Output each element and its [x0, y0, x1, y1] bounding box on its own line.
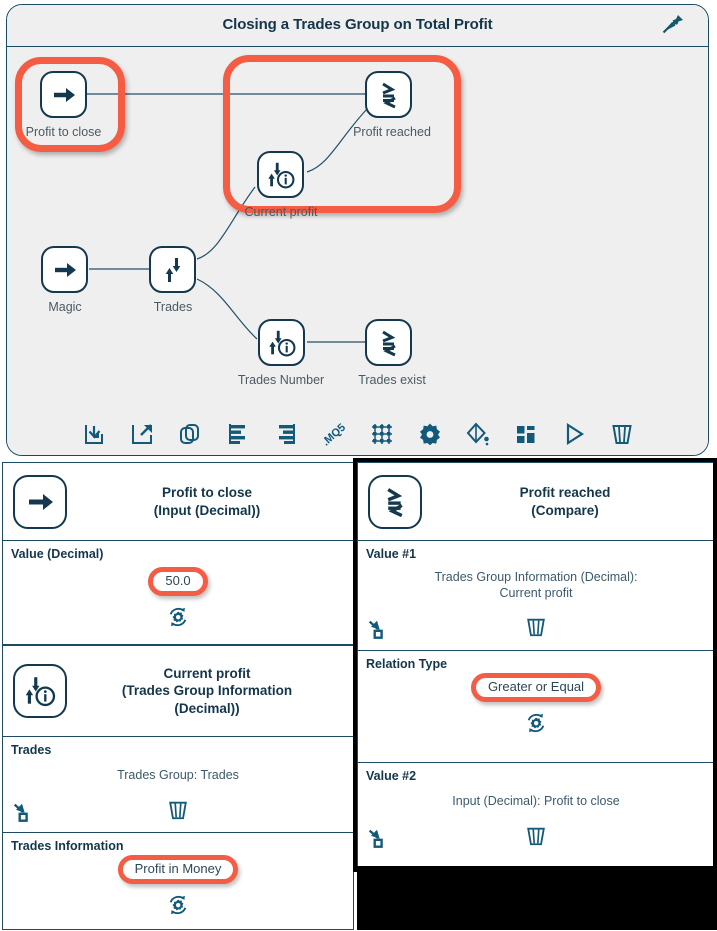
align-right-icon[interactable] [273, 421, 299, 447]
card-title-line1: Profit reached [519, 485, 611, 501]
card-title-line3: (Decimal)) [174, 700, 240, 716]
trash-icon[interactable] [525, 615, 547, 639]
diagram-toolbar: .MQ5 [7, 413, 708, 455]
diagram-node-label-profit-to-close: Profit to close [25, 125, 102, 139]
gear-refresh-icon[interactable] [167, 606, 189, 628]
gear-icon[interactable] [417, 421, 443, 447]
field-relation-type: Relation Type Greater or Equal [358, 651, 714, 763]
arrow-right-icon [54, 262, 76, 277]
diagram-canvas[interactable]: Profit to close Profit reached Current p… [7, 47, 708, 414]
link-node-icon[interactable] [366, 618, 388, 640]
field-value-2: Value #2 Input (Decimal): Profit to clos… [358, 763, 714, 865]
diagram-node-label-current-profit: Current profit [244, 205, 318, 219]
black-edge [713, 462, 717, 872]
compare-icon [381, 82, 396, 108]
trash-icon[interactable] [609, 421, 635, 447]
field-value-1-line1: Trades Group Information (Decimal): [434, 570, 638, 584]
trash-icon[interactable] [525, 824, 547, 848]
field-label-value-1: Value #1 [366, 547, 417, 561]
page-title: Closing a Trades Group on Total Profit [222, 16, 493, 33]
field-value-2-text: Input (Decimal): Profit to close [452, 794, 620, 808]
import-icon[interactable] [81, 421, 107, 447]
mq5-label: .MQ5 [321, 422, 347, 447]
field-label-trades: Trades [11, 743, 52, 757]
field-value-decimal: Value (Decimal) 50.0 [3, 541, 353, 645]
card-title-line2: (Compare) [531, 502, 599, 518]
card-title-line2: (Trades Group Information [121, 683, 293, 699]
diagram-node-label-profit-reached: Profit reached [353, 125, 431, 139]
left-properties-panel: Profit to close (Input (Decimal)) Value … [2, 462, 354, 930]
field-value-relation-type[interactable]: Greater or Equal [470, 673, 602, 702]
arrow-right-icon [13, 474, 67, 529]
field-label-value-2: Value #2 [366, 769, 417, 783]
field-trades: Trades Trades Group: Trades [3, 737, 353, 833]
arrow-right-icon [53, 87, 75, 102]
field-label-relation-type: Relation Type [366, 657, 448, 671]
diagram-node-trades-exist[interactable] [365, 319, 412, 366]
card-header-profit-reached: Profit reached (Compare) [358, 463, 714, 541]
field-value-1-line2: Current profit [499, 586, 573, 601]
diagram-node-current-profit[interactable] [257, 151, 304, 198]
trades-info-icon [268, 330, 295, 356]
copy-icon[interactable] [177, 421, 203, 447]
field-value-50[interactable]: 50.0 [148, 567, 208, 596]
trades-info-icon [267, 162, 294, 188]
compare-icon [381, 330, 396, 356]
play-icon[interactable] [561, 421, 587, 447]
diagram-node-profit-reached[interactable] [365, 71, 412, 118]
field-label-trades-information: Trades Information [11, 839, 124, 853]
card-header-profit-to-close: Profit to close (Input (Decimal)) [3, 463, 353, 541]
diagram-node-label-trades-number: Trades Number [237, 373, 325, 387]
trades-icon [165, 257, 180, 282]
link-node-icon[interactable] [11, 801, 33, 823]
grid-icon[interactable] [369, 421, 395, 447]
diagram-node-trades[interactable] [149, 246, 196, 293]
field-value-1: Value #1 Trades Group Information (Decim… [358, 541, 714, 651]
card-title-line1: Profit to close [161, 485, 252, 501]
mq5-icon[interactable]: .MQ5 [321, 421, 347, 447]
diagram-window: Closing a Trades Group on Total Profit P… [6, 4, 709, 456]
trash-icon[interactable] [167, 798, 189, 822]
empty-black-area [357, 866, 717, 930]
card-title-line2: (Input (Decimal)) [153, 502, 261, 518]
fill-color-icon[interactable] [465, 421, 491, 447]
card-title-current-profit: Current profit (Trades Group Information… [67, 665, 347, 717]
field-label-value-decimal: Value (Decimal) [11, 547, 104, 561]
field-trades-information: Trades Information Profit in Money [3, 833, 353, 931]
diagram-node-profit-to-close[interactable] [40, 71, 87, 118]
card-title-profit-to-close: Profit to close (Input (Decimal)) [67, 484, 347, 519]
field-value-trades: Trades Group: Trades [117, 768, 239, 782]
card-header-current-profit: Current profit (Trades Group Information… [3, 645, 353, 737]
link-node-icon[interactable] [366, 827, 388, 849]
field-value-profit-in-money[interactable]: Profit in Money [117, 855, 239, 884]
compare-icon [368, 474, 422, 529]
pushpin-icon[interactable] [658, 13, 686, 39]
diagram-node-magic[interactable] [41, 246, 88, 293]
diagram-node-label-magic: Magic [48, 300, 82, 314]
card-title-profit-reached: Profit reached (Compare) [422, 484, 708, 519]
trades-info-icon [13, 664, 67, 718]
export-icon[interactable] [129, 421, 155, 447]
gear-refresh-icon[interactable] [167, 894, 189, 916]
right-properties-panel: Profit reached (Compare) Value #1 Trades… [353, 458, 717, 872]
card-title-line1: Current profit [163, 666, 251, 682]
gear-refresh-icon[interactable] [525, 712, 547, 734]
diagram-node-label-trades: Trades [153, 300, 193, 314]
diagram-node-trades-number[interactable] [258, 319, 305, 366]
align-left-icon[interactable] [225, 421, 251, 447]
diagram-titlebar: Closing a Trades Group on Total Profit [7, 5, 708, 47]
diagram-node-label-trades-exist: Trades exist [358, 373, 426, 387]
blocks-icon[interactable] [513, 421, 539, 447]
